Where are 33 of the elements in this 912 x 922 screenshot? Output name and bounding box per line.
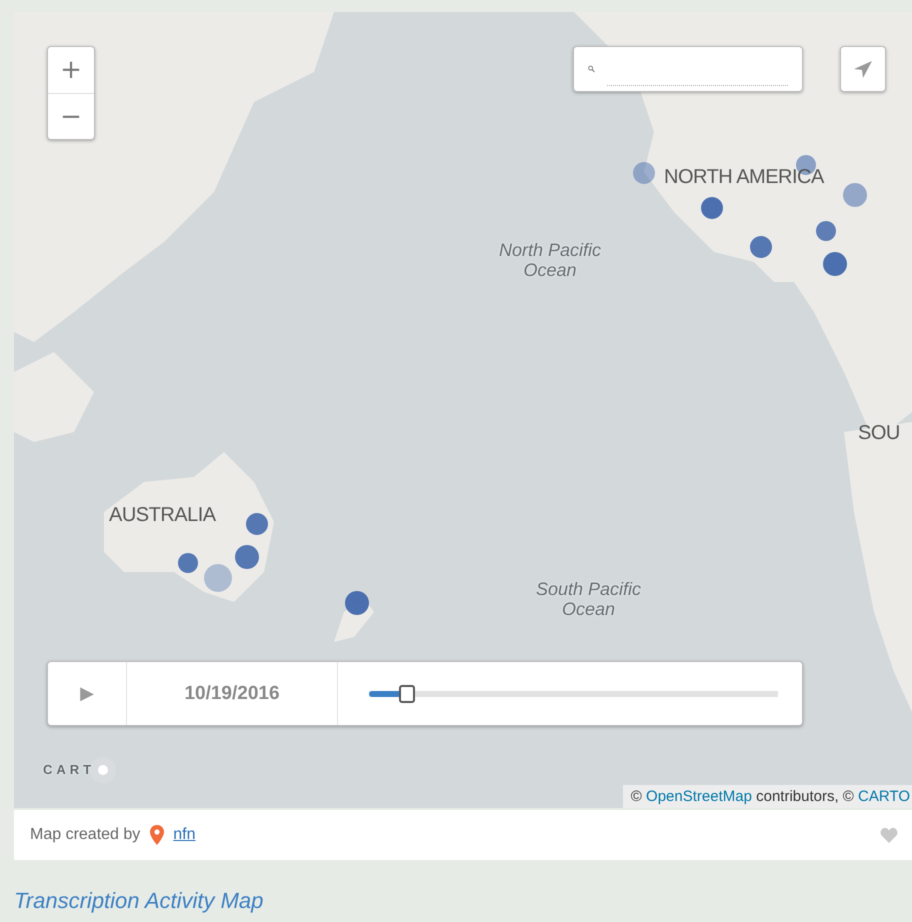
carto-logo: CART bbox=[43, 762, 96, 777]
ocean-label: North Pacific Ocean bbox=[499, 240, 602, 280]
timeline-date: 10/19/2016 bbox=[127, 662, 338, 725]
author-link[interactable]: nfn bbox=[173, 826, 196, 844]
activity-dot bbox=[633, 162, 655, 184]
activity-dot bbox=[204, 564, 232, 592]
created-by-label: Map created by bbox=[30, 826, 140, 844]
activity-dot bbox=[823, 252, 847, 276]
map-title-link[interactable]: Transcription Activity Map bbox=[14, 888, 264, 914]
search-field[interactable] bbox=[573, 46, 803, 92]
activity-dot bbox=[345, 591, 369, 615]
heart-icon[interactable] bbox=[880, 827, 898, 843]
zoom-in-button[interactable]: + bbox=[48, 47, 94, 93]
map-pin-icon bbox=[150, 825, 164, 845]
slider-handle[interactable] bbox=[398, 684, 415, 702]
ocean-label: South Pacific Ocean bbox=[536, 579, 642, 619]
paper-plane-icon bbox=[853, 59, 873, 79]
activity-dot bbox=[843, 183, 867, 207]
activity-dot bbox=[178, 553, 198, 573]
activity-dot bbox=[750, 236, 772, 258]
play-button[interactable]: ▶ bbox=[48, 662, 127, 725]
attribution-link[interactable]: CARTO bbox=[858, 788, 910, 805]
activity-dot bbox=[701, 197, 723, 219]
continent-label: SOU bbox=[858, 422, 900, 445]
continent-label: NORTH AMERICA bbox=[664, 166, 824, 189]
attribution-link[interactable]: OpenStreetMap bbox=[646, 788, 752, 805]
map-attribution: © OpenStreetMap contributors, © CARTO bbox=[622, 785, 912, 808]
continent-label: AUSTRALIA bbox=[109, 504, 216, 527]
locate-button[interactable] bbox=[840, 46, 886, 92]
activity-dot bbox=[246, 513, 268, 535]
activity-dot bbox=[816, 221, 836, 241]
zoom-out-button[interactable]: − bbox=[48, 93, 94, 139]
activity-dot bbox=[235, 545, 259, 569]
